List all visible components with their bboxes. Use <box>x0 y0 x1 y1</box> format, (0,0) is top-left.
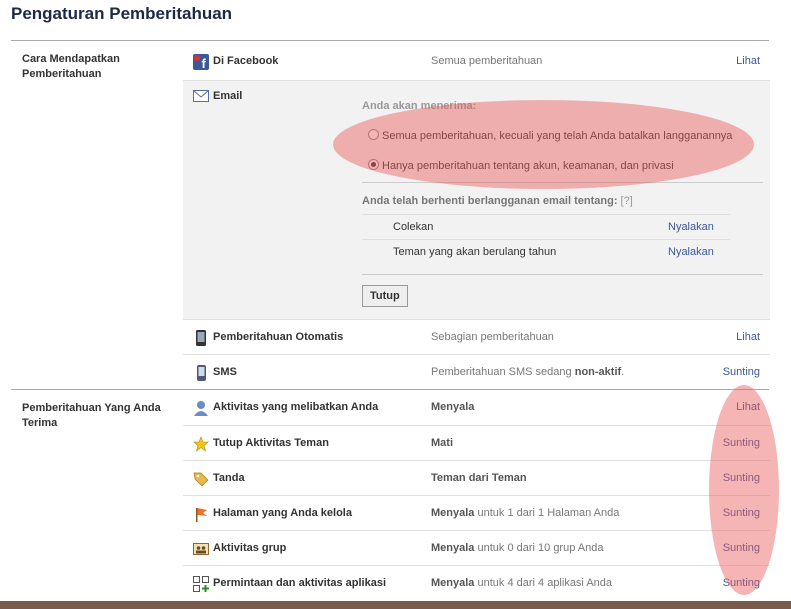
sms-edit-link[interactable]: Sunting <box>723 366 760 378</box>
help-link[interactable]: [?] <box>621 195 633 207</box>
highlight-oval <box>333 100 754 189</box>
divider <box>11 40 769 41</box>
turn-on-link[interactable]: Nyalakan <box>668 221 714 233</box>
star-icon <box>193 436 209 452</box>
group-icon <box>193 543 209 555</box>
facebook-view-link[interactable]: Lihat <box>736 55 760 67</box>
receive-row-value: Teman dari Teman <box>431 472 527 484</box>
envelope-icon <box>193 90 209 102</box>
section-label-receive: Pemberitahuan Yang Anda Terima <box>22 402 161 429</box>
receive-row-label: Aktivitas grup <box>213 542 287 554</box>
close-button[interactable]: Tutup <box>362 285 408 307</box>
sms-value: Pemberitahuan SMS sedang non-aktif. <box>431 366 625 378</box>
receive-row-label: Tutup Aktivitas Teman <box>213 437 329 449</box>
receive-row: Aktivitas grup Menyala untuk 0 dari 10 g… <box>183 530 770 566</box>
receive-row: Tutup Aktivitas Teman Mati Sunting <box>183 425 770 461</box>
receive-row-value: Menyala untuk 4 dari 4 aplikasi Anda <box>431 577 613 589</box>
highlight-oval <box>709 385 779 595</box>
sms-row: SMS Pemberitahuan SMS sedang non-aktif. … <box>183 354 770 390</box>
push-row: Pemberitahuan Otomatis Sebagian pemberit… <box>183 319 770 355</box>
email-label: Email <box>213 90 243 102</box>
push-label: Pemberitahuan Otomatis <box>213 331 344 343</box>
facebook-row: f Di Facebook Semua pemberitahuan Lihat <box>183 44 770 79</box>
receive-row-label: Permintaan dan aktivitas aplikasi <box>213 577 387 589</box>
facebook-icon: f <box>193 54 209 70</box>
tag-icon <box>193 472 209 487</box>
svg-text:f: f <box>202 56 207 70</box>
section-label-how: Cara Mendapatkan Pemberitahuan <box>22 53 120 80</box>
receive-row-label: Halaman yang Anda kelola <box>213 507 352 519</box>
divider <box>362 274 763 275</box>
unsub-row: Teman yang akan berulang tahun Nyalakan <box>362 239 730 265</box>
apps-icon <box>193 576 209 592</box>
sms-label: SMS <box>213 366 237 378</box>
receive-row-label: Aktivitas yang melibatkan Anda <box>213 401 379 413</box>
page-title: Pengaturan Pemberitahuan <box>11 4 233 23</box>
receive-row-label: Tanda <box>213 472 245 484</box>
unsub-row: Colekan Nyalakan <box>362 214 730 240</box>
flag-icon <box>196 508 207 522</box>
facebook-label: Di Facebook <box>213 55 279 67</box>
unsub-title: Anda telah berhenti berlangganan email t… <box>362 195 633 207</box>
receive-row: Tanda Teman dari Teman Sunting <box>183 460 770 496</box>
unsub-name: Teman yang akan berulang tahun <box>393 246 557 258</box>
push-value: Sebagian pemberitahuan <box>431 331 554 343</box>
person-icon <box>194 401 208 416</box>
receive-row: Permintaan dan aktivitas aplikasi Menyal… <box>183 565 770 601</box>
receive-row-value: Mati <box>431 437 453 449</box>
receive-row: Halaman yang Anda kelola Menyala untuk 1… <box>183 495 770 531</box>
mobile-icon <box>197 365 206 381</box>
window-edge <box>0 601 791 609</box>
receive-row-value: Menyala untuk 0 dari 10 grup Anda <box>431 542 604 554</box>
phone-icon <box>196 330 206 346</box>
receive-row: Aktivitas yang melibatkan Anda Menyala L… <box>183 390 770 425</box>
facebook-value: Semua pemberitahuan <box>431 55 543 67</box>
turn-on-link[interactable]: Nyalakan <box>668 246 714 258</box>
receive-row-value: Menyala untuk 1 dari 1 Halaman Anda <box>431 507 620 519</box>
unsub-name: Colekan <box>393 221 434 233</box>
receive-row-value: Menyala <box>431 401 475 413</box>
push-view-link[interactable]: Lihat <box>736 331 760 343</box>
